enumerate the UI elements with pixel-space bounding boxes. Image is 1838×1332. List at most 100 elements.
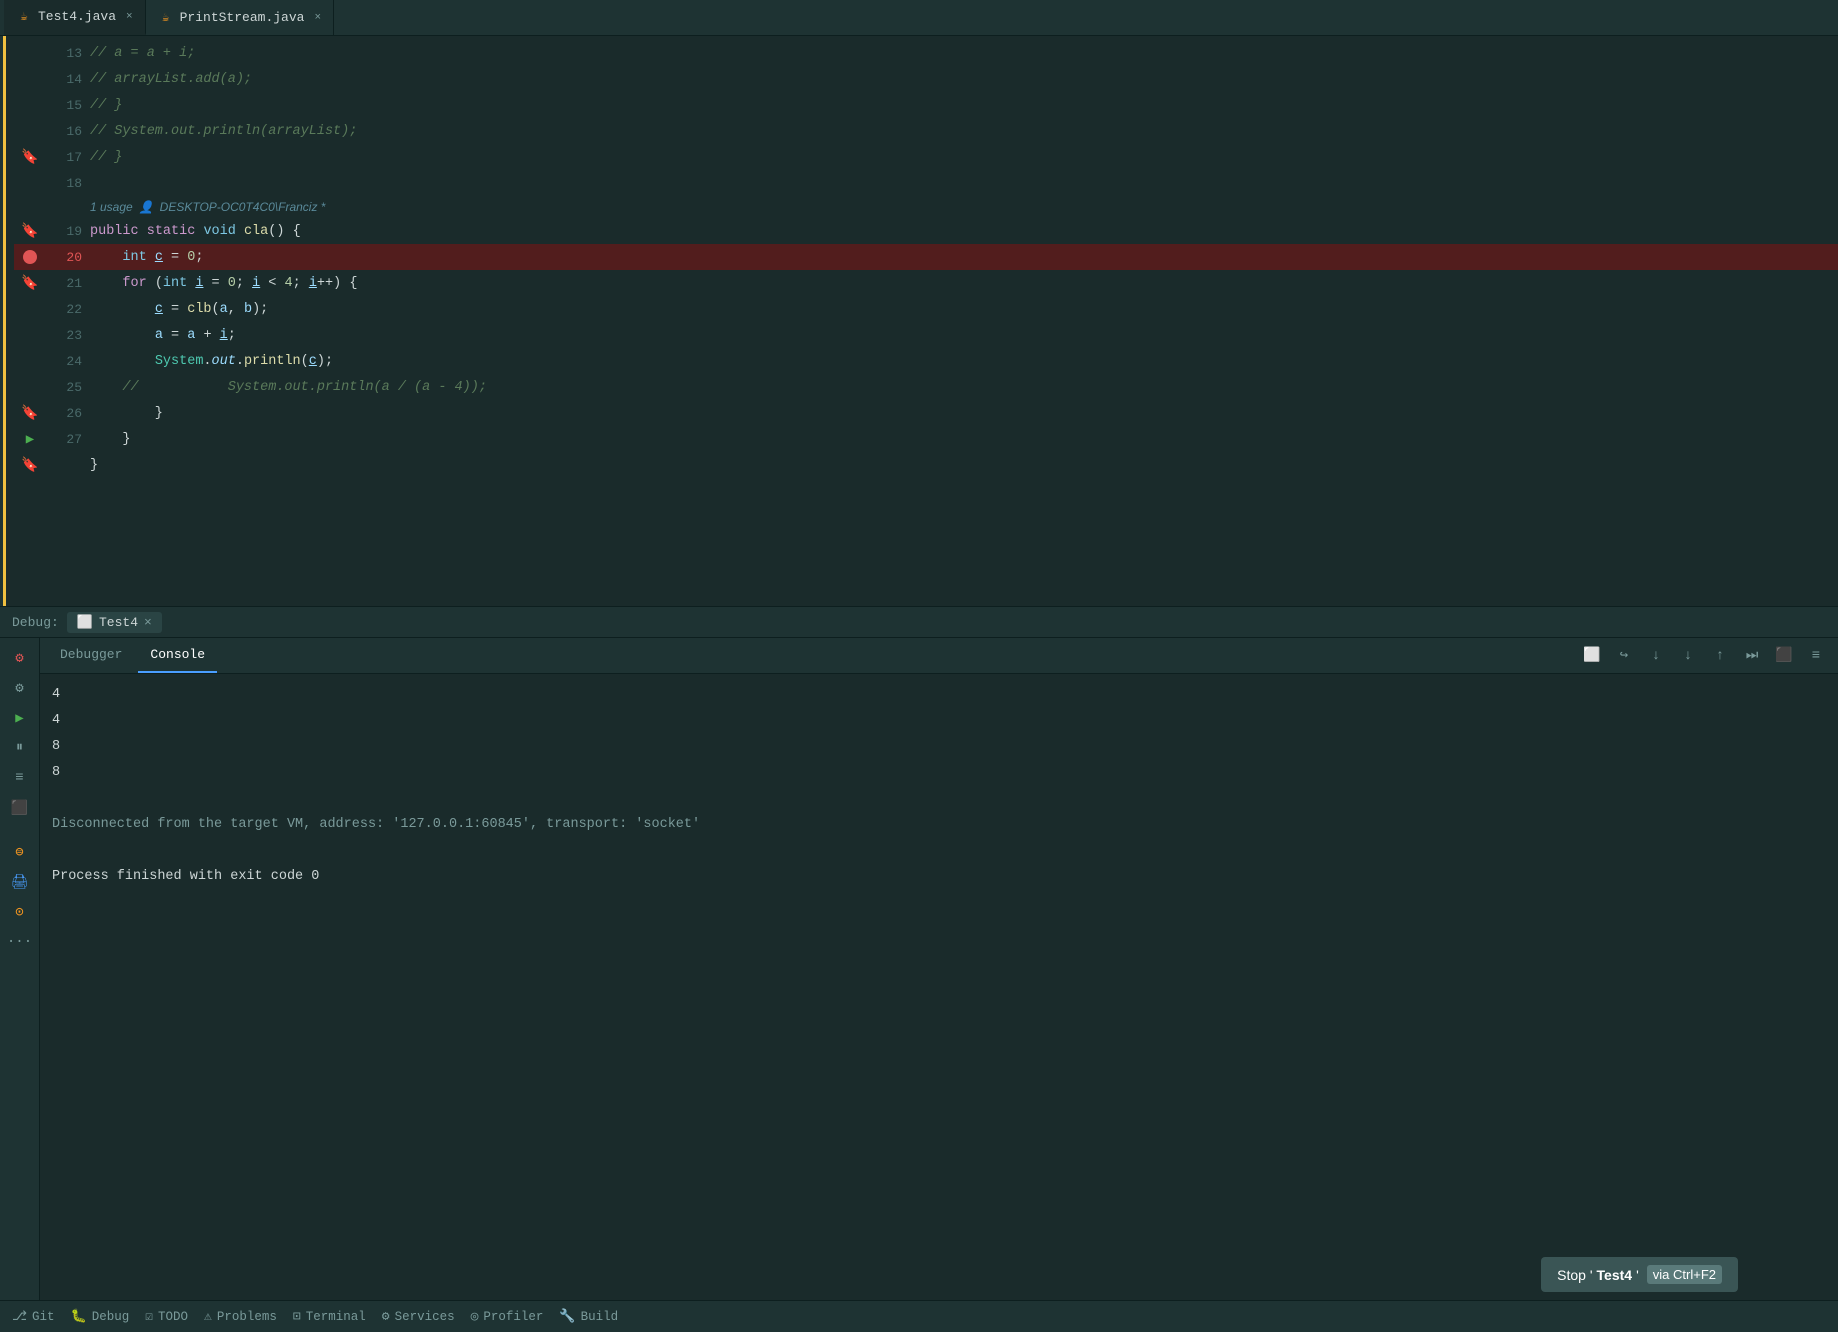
output-line-2: 4 (52, 708, 1826, 734)
print-icon[interactable]: 🖨 (8, 870, 32, 894)
status-terminal[interactable]: ⊡ Terminal (293, 1309, 366, 1324)
terminal-label: Terminal (306, 1310, 366, 1324)
toolbar-btn-stepover[interactable]: ↓ (1642, 642, 1670, 670)
pause-icon[interactable]: ⏸ (8, 736, 32, 760)
tab-test4-close[interactable]: × (126, 11, 133, 23)
status-debug[interactable]: 🐛 Debug (71, 1309, 130, 1324)
toolbar-btn-console[interactable]: ⬛ (1770, 642, 1798, 670)
status-problems[interactable]: ⚠ Problems (204, 1309, 277, 1324)
code-27: } (90, 432, 1838, 447)
terminal-icon: ⊡ (293, 1309, 301, 1324)
toolbar-btn-stepout[interactable]: ↑ (1706, 642, 1734, 670)
bookmark-icon-21: 🔖 (21, 275, 38, 292)
stop-icon[interactable]: ⬛ (8, 796, 32, 820)
linenum-13: 13 (46, 46, 82, 61)
toolbar-btn-layout[interactable]: ≡ (1802, 642, 1830, 670)
toolbar-btn-stepinto[interactable]: ↓ (1674, 642, 1702, 670)
disconnect-message: Disconnected from the target VM, address… (52, 817, 700, 832)
tab-printstream[interactable]: ☕ PrintStream.java × (146, 0, 334, 35)
status-todo[interactable]: ☑ TODO (145, 1309, 188, 1324)
code-20: int c = 0; (90, 250, 1838, 265)
linenum-23: 23 (46, 328, 82, 343)
list-icon[interactable]: ≡ (8, 766, 32, 790)
tab-debugger[interactable]: Debugger (48, 638, 134, 673)
toolbar-btn-rerun[interactable]: ↪ (1610, 642, 1638, 670)
linenum-18: 18 (46, 176, 82, 191)
settings-icon[interactable]: ⚙ (8, 676, 32, 700)
code-24: System.out.println(c); (90, 354, 1838, 369)
linenum-24: 24 (46, 354, 82, 369)
debug-settings-icon[interactable]: ⚙ (8, 646, 32, 670)
services-icon: ⚙ (382, 1309, 390, 1324)
bookmark-icon-26: 🔖 (21, 405, 38, 422)
linenum-14: 14 (46, 72, 82, 87)
build-icon: 🔧 (559, 1309, 575, 1324)
status-git[interactable]: ⎇ Git (12, 1309, 55, 1324)
console-output[interactable]: 4 4 8 8 Disconnected from the target VM,… (40, 674, 1838, 1300)
git-label: Git (32, 1310, 55, 1324)
gutter-19: 🔖 (14, 223, 46, 240)
line-21: 🔖 21 for (int i = 0; i < 4; i++) { (14, 270, 1838, 296)
code-27b: } (90, 458, 1838, 473)
tab-printstream-close[interactable]: × (314, 12, 321, 24)
debug-panel: ⚙ ⚙ ▶ ⏸ ≡ ⬛ ⊜ 🖨 ⊙ ··· Debugger Console ⬜… (0, 638, 1838, 1300)
toolbar-btn-resume[interactable]: ⏭ (1738, 642, 1766, 670)
status-build[interactable]: 🔧 Build (559, 1309, 618, 1324)
line-13: 13 // a = a + i; (14, 40, 1838, 66)
line-22: 22 c = clb(a, b); (14, 296, 1838, 322)
linenum-25: 25 (46, 380, 82, 395)
line-20: 20 int c = 0; (14, 244, 1838, 270)
tab-console[interactable]: Console (138, 638, 217, 673)
line-19: 🔖 19 public static void cla() { (14, 218, 1838, 244)
problems-icon: ⚠ (204, 1309, 212, 1324)
gutter-27: ▶ (14, 431, 46, 448)
linenum-16: 16 (46, 124, 82, 139)
code-14: // arrayList.add(a); (90, 72, 1838, 87)
line-26: 🔖 26 } (14, 400, 1838, 426)
circle-icon[interactable]: ⊙ (8, 900, 32, 924)
todo-icon: ☑ (145, 1309, 153, 1324)
tab-test4[interactable]: ☕ Test4.java × (4, 0, 146, 35)
gutter-21: 🔖 (14, 275, 46, 292)
gutter-17: 🔖 (14, 149, 46, 166)
debug-label: Debug: (12, 615, 59, 630)
tab-test4-label: Test4.java (38, 9, 116, 24)
more-icon[interactable]: ··· (8, 930, 32, 954)
stop-tooltip: Stop ' Test4 ' via Ctrl+F2 (1541, 1257, 1738, 1292)
java-icon-test4: ☕ (16, 9, 32, 25)
code-15: // } (90, 98, 1838, 113)
code-25: // System.out.println(a / (a - 4)); (90, 380, 1838, 395)
code-18 (90, 176, 1838, 191)
finish-message: Process finished with exit code 0 (52, 869, 319, 884)
debug-session-tab[interactable]: ⬜ Test4 × (67, 612, 162, 633)
code-23: a = a + i; (90, 328, 1838, 343)
toolbar-btn-newwindow[interactable]: ⬜ (1578, 642, 1606, 670)
code-16: // System.out.println(arrayList); (90, 124, 1838, 139)
status-services[interactable]: ⚙ Services (382, 1309, 455, 1324)
gutter-26: 🔖 (14, 405, 46, 422)
db-icon[interactable]: ⊜ (8, 840, 32, 864)
linenum-22: 22 (46, 302, 82, 317)
tooltip-name: Test4 (1597, 1267, 1633, 1283)
status-profiler[interactable]: ◎ Profiler (471, 1309, 544, 1324)
debug-session-close[interactable]: × (144, 615, 152, 630)
code-container[interactable]: 13 // a = a + i; 14 // arrayList.add(a);… (6, 36, 1838, 606)
bookmark-icon-19: 🔖 (21, 223, 38, 240)
bookmark-icon-27b: 🔖 (21, 457, 38, 474)
debug-tabs-row: Debugger Console ⬜ ↪ ↓ ↓ ↑ ⏭ ⬛ ≡ (40, 638, 1838, 674)
editor-area: 13 // a = a + i; 14 // arrayList.add(a);… (0, 36, 1838, 606)
run-icon[interactable]: ▶ (8, 706, 32, 730)
profiler-label: Profiler (483, 1310, 543, 1324)
gutter-27b: 🔖 (14, 457, 46, 474)
tab-console-label: Console (150, 647, 205, 662)
code-22: c = clb(a, b); (90, 302, 1838, 317)
linenum-21: 21 (46, 276, 82, 291)
hint-row: · 1 usage 👤 DESKTOP-OC0T4C0\Franciz * (14, 196, 1838, 218)
linenum-15: 15 (46, 98, 82, 113)
debug-status-label: Debug (92, 1310, 130, 1324)
status-bar: ⎇ Git 🐛 Debug ☑ TODO ⚠ Problems ⊡ Termin… (0, 1300, 1838, 1332)
linenum-20: 20 (46, 250, 82, 265)
tooltip-shortcut: via Ctrl+F2 (1647, 1265, 1722, 1284)
line-24: 24 System.out.println(c); (14, 348, 1838, 374)
session-icon: ⬜ (77, 615, 93, 630)
